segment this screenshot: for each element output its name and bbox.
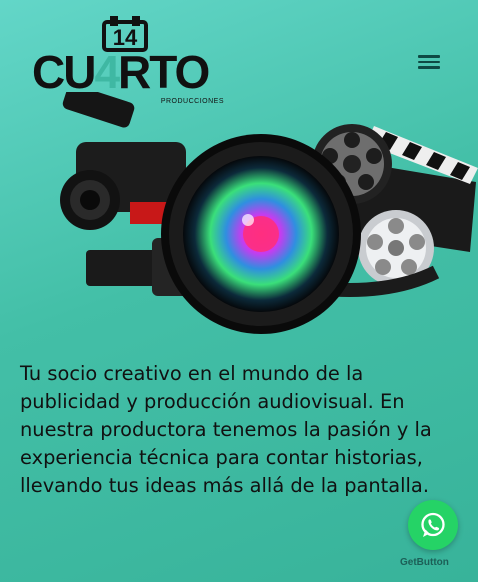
menu-line <box>418 60 440 63</box>
logo-suffix: RTO <box>118 46 210 98</box>
whatsapp-chat-button[interactable] <box>408 500 458 550</box>
logo-highlight: 4 <box>94 46 120 98</box>
menu-line <box>418 66 440 69</box>
logo-wordmark: CU4RTO <box>32 46 210 98</box>
whatsapp-icon <box>421 512 445 537</box>
intro-paragraph: Tu socio creativo en el mundo de la publ… <box>20 362 432 497</box>
hero-camera-montage-image <box>60 92 478 334</box>
getbutton-label[interactable]: GetButton <box>400 557 449 568</box>
menu-line <box>418 55 440 58</box>
camera-lens-icon <box>161 134 361 334</box>
hamburger-menu-icon[interactable] <box>418 52 440 70</box>
getbutton-text: GetButton <box>400 557 449 568</box>
logo-prefix: CU <box>32 46 96 98</box>
